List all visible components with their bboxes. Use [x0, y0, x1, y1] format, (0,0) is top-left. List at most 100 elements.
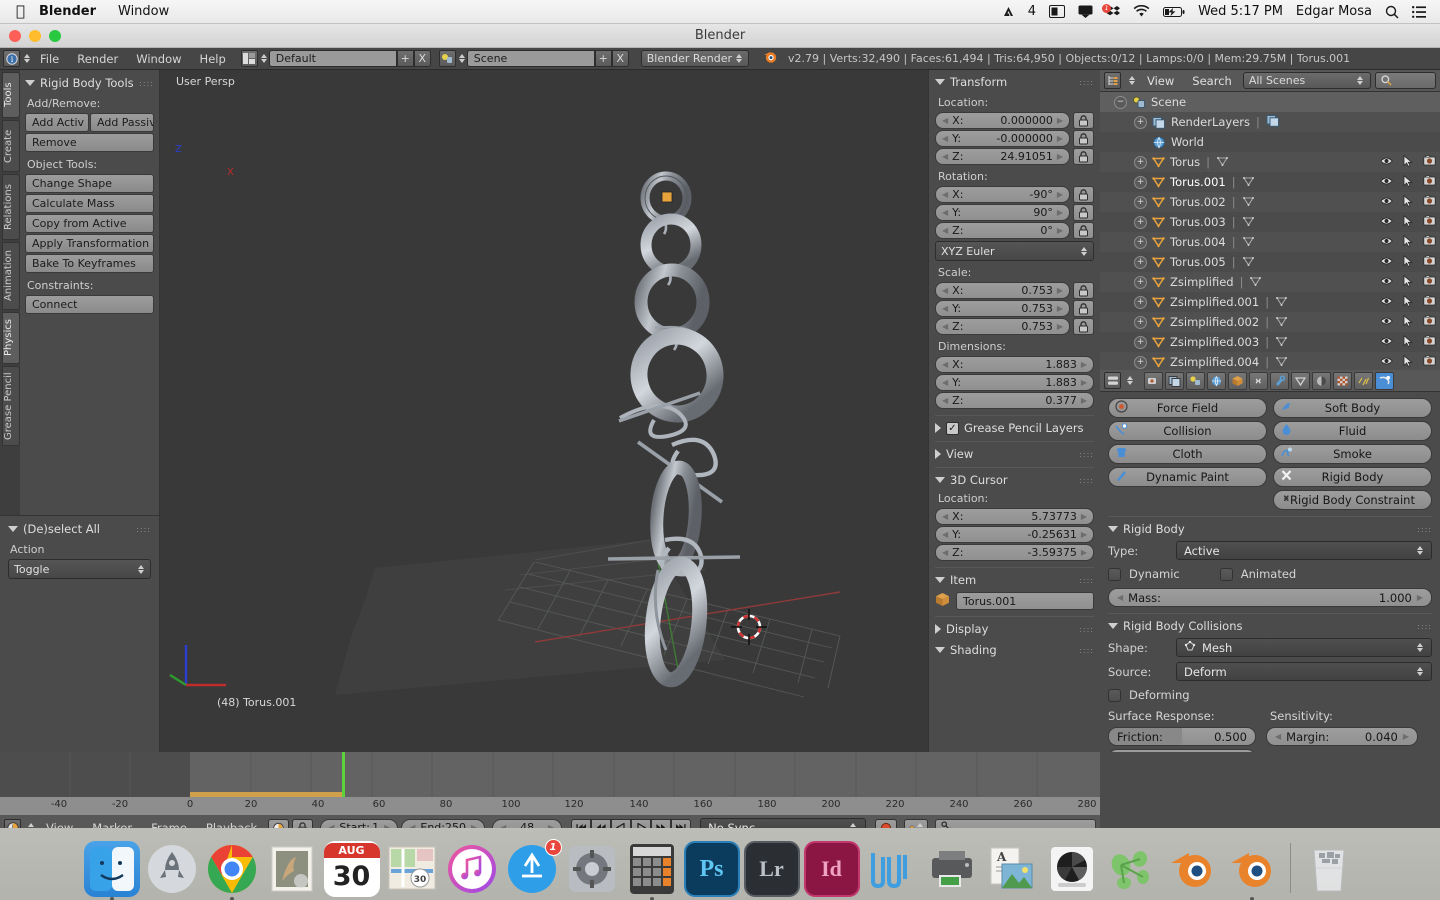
fluid-button[interactable]: Fluid [1273, 421, 1432, 441]
eye-icon[interactable] [1380, 255, 1393, 269]
location-x-field[interactable]: ◀ X: 0.000000 ▶ [935, 112, 1070, 129]
outliner[interactable]: − Scene + RenderLayers | World + Torus | + Torus.0… [1100, 92, 1440, 370]
lock-rotation-z-icon[interactable] [1073, 222, 1094, 239]
datablock-icon[interactable] [1242, 255, 1255, 270]
dock-item-calendar[interactable]: AUG 30 [323, 841, 380, 897]
render-engine-select[interactable]: Blender Render [640, 50, 750, 67]
add-screen-layout-button[interactable]: + [396, 50, 414, 67]
rotation-y-row[interactable]: ◀ Y: 90° ▶ [935, 204, 1094, 221]
collapse-triangle-icon[interactable] [935, 79, 945, 85]
dock-item-printer[interactable] [924, 841, 980, 897]
dynamic-checkbox[interactable] [1108, 567, 1121, 581]
cursor-arrow-icon[interactable] [1403, 194, 1413, 210]
cursor-arrow-icon[interactable] [1403, 334, 1413, 350]
view-section-header[interactable]: View :::: [935, 441, 1094, 461]
cursor-z-row[interactable]: ◀ Z: -3.59375 ▶ [935, 544, 1094, 561]
display-icon[interactable] [1049, 5, 1066, 18]
expand-icon[interactable]: + [1134, 355, 1147, 369]
datablock-icon[interactable] [1275, 315, 1288, 330]
transform-panel-header[interactable]: Transform :::: [935, 75, 1094, 89]
properties-tab-render[interactable] [1144, 371, 1163, 390]
outliner-row[interactable]: + Torus.005 | [1100, 252, 1440, 272]
eye-icon[interactable] [1380, 295, 1393, 309]
outliner-row[interactable]: + Zsimplified.002 | [1100, 312, 1440, 332]
menubar-item-window[interactable]: Window [118, 4, 169, 19]
outliner-menu-search[interactable]: Search [1185, 74, 1239, 88]
properties-tab-particles[interactable] [1354, 371, 1373, 390]
collision-button[interactable]: Collision [1108, 421, 1267, 441]
collapse-triangle-icon[interactable] [935, 647, 945, 653]
blender-info-icon[interactable]: i [3, 50, 20, 67]
dock-item-trash[interactable] [1301, 841, 1357, 897]
collapse-icon[interactable]: − [1114, 95, 1127, 109]
expand-triangle-icon[interactable] [935, 449, 941, 459]
cursor-arrow-icon[interactable] [1403, 254, 1413, 270]
dock-item-blender-2[interactable] [1224, 841, 1280, 900]
eye-icon[interactable] [1380, 315, 1393, 329]
expand-icon[interactable]: + [1134, 155, 1147, 169]
camera-icon[interactable] [1423, 235, 1436, 249]
rotation-z-row[interactable]: ◀ Z: 0° ▶ [935, 222, 1094, 239]
expand-icon[interactable]: + [1134, 315, 1147, 329]
outliner-row[interactable]: + Zsimplified | [1100, 272, 1440, 292]
adobe-cc-icon[interactable] [1002, 5, 1015, 18]
datablock-icon[interactable] [1275, 295, 1288, 310]
rotation-x-row[interactable]: ◀ X: -90° ▶ [935, 186, 1094, 203]
datablock-icon[interactable] [1266, 114, 1280, 130]
location-x-row[interactable]: ◀ X: 0.000000 ▶ [935, 112, 1094, 129]
datablock-icon[interactable] [1275, 335, 1288, 350]
cursor-arrow-icon[interactable] [1403, 294, 1413, 310]
dock-item-calculator[interactable] [624, 841, 680, 900]
notification-center-icon[interactable] [1412, 5, 1426, 18]
dock-item-maps[interactable]: 30 [384, 841, 440, 897]
collapse-triangle-icon[interactable] [25, 80, 35, 86]
outliner-row[interactable]: + Zsimplified.001 | [1100, 292, 1440, 312]
outliner-row[interactable]: + Torus.001 | [1100, 172, 1440, 192]
object-name-field[interactable]: Torus.001 [956, 592, 1094, 610]
rigid-body-type-select[interactable]: Active [1176, 541, 1432, 560]
3d-cursor-header[interactable]: 3D Cursor :::: [935, 467, 1094, 487]
expand-triangle-icon[interactable] [935, 624, 941, 634]
render-engine-spinner[interactable] [734, 54, 743, 63]
connect-button[interactable]: Connect [25, 295, 154, 314]
dock-item-chrome[interactable] [204, 841, 260, 900]
outliner-editor-spinner[interactable] [1127, 76, 1136, 85]
expand-icon[interactable]: + [1134, 335, 1147, 349]
expand-icon[interactable]: + [1134, 195, 1147, 209]
location-y-field[interactable]: ◀ Y: -0.000000 ▶ [935, 130, 1070, 147]
dock-item-blender-1[interactable] [1164, 841, 1220, 897]
eye-icon[interactable] [1380, 275, 1393, 289]
editor-type-properties-icon[interactable] [1104, 372, 1121, 389]
cloth-button[interactable]: Cloth [1108, 444, 1267, 464]
viewport-canvas[interactable] [160, 70, 928, 752]
bake-to-keyframes-button[interactable]: Bake To Keyframes [25, 254, 154, 273]
menubar-clock[interactable]: Wed 5:17 PM [1198, 4, 1283, 19]
copy-from-active-button[interactable]: Copy from Active [25, 214, 154, 233]
properties-editor-spinner[interactable] [1125, 376, 1134, 385]
dock-item-appstore[interactable]: 1 [504, 839, 562, 897]
rotation-z-field[interactable]: ◀ Z: 0° ▶ [935, 222, 1070, 239]
collapse-triangle-icon[interactable] [8, 526, 18, 532]
cursor-x-field[interactable]: ◀ X: 5.73773 ▶ [935, 508, 1094, 525]
datablock-icon[interactable] [1275, 355, 1288, 370]
properties-tab-material[interactable] [1312, 371, 1331, 390]
datablock-icon[interactable] [1242, 235, 1255, 250]
datablock-icon[interactable] [1249, 275, 1262, 290]
dock-item-system-preferences[interactable] [564, 841, 620, 897]
collapse-triangle-icon[interactable] [1108, 623, 1118, 629]
topbar-menu-file[interactable]: File [31, 52, 68, 66]
lock-scale-z-icon[interactable] [1073, 318, 1094, 335]
camera-icon[interactable] [1423, 195, 1436, 209]
location-z-field[interactable]: ◀ Z: 24.91051 ▶ [935, 148, 1070, 165]
expand-icon[interactable]: + [1134, 295, 1147, 309]
cursor-arrow-icon[interactable] [1403, 234, 1413, 250]
dock-item-finder[interactable] [83, 841, 140, 900]
dimensions-y-row[interactable]: ◀ Y: 1.883 ▶ [935, 374, 1094, 391]
eye-icon[interactable] [1380, 235, 1393, 249]
editor-type-outliner-icon[interactable] [1104, 72, 1121, 89]
camera-icon[interactable] [1423, 275, 1436, 289]
item-section-header[interactable]: Item :::: [935, 567, 1094, 587]
scene-spinner[interactable] [458, 54, 467, 63]
smoke-button[interactable]: Smoke [1273, 444, 1432, 464]
collapse-triangle-icon[interactable] [935, 477, 945, 483]
